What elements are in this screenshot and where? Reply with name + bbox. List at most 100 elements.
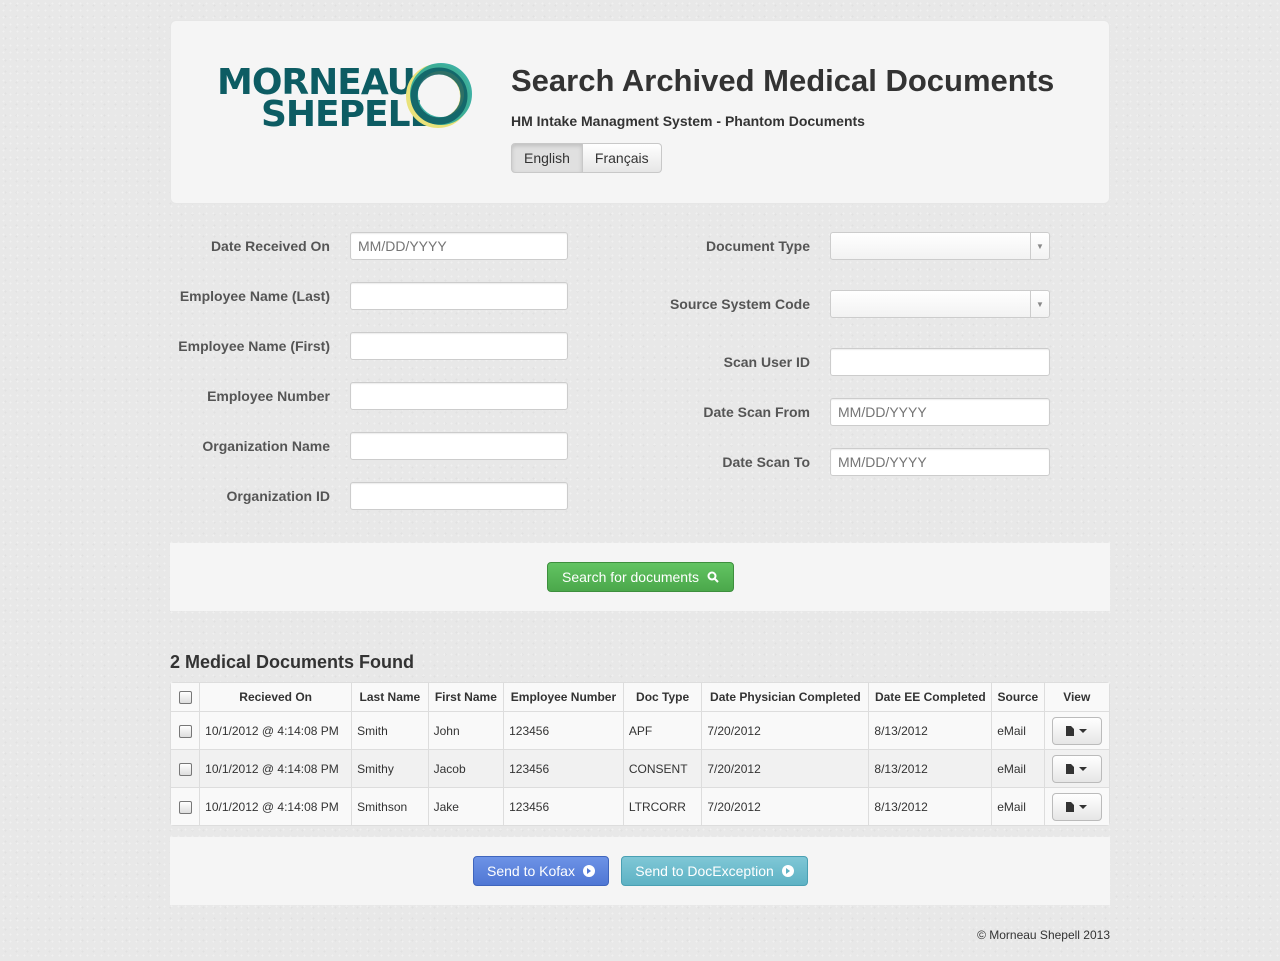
company-logo: MORNEAU SHEPELL bbox=[217, 61, 477, 133]
search-icon bbox=[707, 571, 719, 583]
field-employee-first: Employee Name (First) bbox=[170, 332, 330, 362]
view-dropdown-button[interactable] bbox=[1051, 754, 1102, 783]
last-name-cell: Smithy bbox=[351, 749, 428, 787]
source-cell: eMail bbox=[991, 749, 1044, 787]
scan-user-input[interactable] bbox=[830, 348, 1050, 376]
date-received-label: Date Received On bbox=[210, 238, 330, 254]
chevron-down-icon: ▼ bbox=[1030, 291, 1049, 317]
employee-number-cell: 123456 bbox=[503, 787, 623, 825]
first-name-cell: John bbox=[427, 711, 504, 749]
table-row: 10/1/2012 @ 4:14:08 PM Smithy Jacob 1234… bbox=[171, 749, 1109, 787]
document-type-select[interactable]: ▼ bbox=[830, 232, 1050, 260]
source-system-label: Source System Code bbox=[669, 296, 810, 312]
search-button[interactable]: Search for documents bbox=[547, 562, 734, 592]
date-ee-cell: 8/13/2012 bbox=[868, 749, 992, 787]
document-type-label: Document Type bbox=[706, 238, 810, 254]
column-header[interactable]: First Name bbox=[427, 683, 504, 711]
action-bar: Send to Kofax Send to DocException bbox=[170, 837, 1110, 905]
row-select-cell bbox=[171, 711, 200, 749]
page-title: Search Archived Medical Documents bbox=[511, 63, 1055, 98]
footer-copyright: © Morneau Shepell 2013 bbox=[977, 928, 1110, 942]
column-header: View bbox=[1043, 683, 1109, 711]
language-english-button[interactable]: English bbox=[511, 143, 583, 173]
column-header[interactable]: Employee Number bbox=[503, 683, 623, 711]
employee-last-input[interactable] bbox=[350, 282, 568, 310]
column-header[interactable]: Doc Type bbox=[622, 683, 702, 711]
field-organization-id: Organization ID bbox=[170, 482, 330, 512]
employee-number-label: Employee Number bbox=[207, 388, 330, 404]
caret-down-icon bbox=[1079, 766, 1088, 771]
organization-name-input[interactable] bbox=[350, 432, 568, 460]
organization-id-input[interactable] bbox=[350, 482, 568, 510]
select-all-checkbox[interactable] bbox=[178, 691, 192, 705]
field-document-type: Document Type bbox=[610, 232, 810, 262]
source-cell: eMail bbox=[991, 711, 1044, 749]
search-button-label: Search for documents bbox=[562, 569, 699, 585]
field-source-system: Source System Code bbox=[610, 290, 810, 320]
first-name-cell: Jacob bbox=[427, 749, 504, 787]
employee-first-label: Employee Name (First) bbox=[178, 338, 330, 354]
page: MORNEAU SHEPELL Search Archived Medical … bbox=[170, 20, 1110, 942]
column-header[interactable]: Recieved On bbox=[199, 683, 352, 711]
view-dropdown-button[interactable] bbox=[1051, 716, 1102, 745]
organization-id-label: Organization ID bbox=[226, 488, 330, 504]
row-checkbox[interactable] bbox=[178, 762, 192, 776]
row-select-cell bbox=[171, 787, 200, 825]
date-received-input[interactable] bbox=[350, 232, 568, 260]
employee-number-cell: 123456 bbox=[503, 711, 623, 749]
column-header[interactable]: Last Name bbox=[351, 683, 428, 711]
arrow-circle-right-icon bbox=[582, 865, 595, 877]
send-to-docexception-label: Send to DocException bbox=[635, 863, 774, 879]
logo-ring-icon bbox=[406, 63, 472, 128]
view-dropdown-button[interactable] bbox=[1051, 792, 1102, 821]
language-french-button[interactable]: Français bbox=[582, 143, 662, 173]
date-scan-from-input[interactable] bbox=[830, 398, 1050, 426]
file-icon bbox=[1066, 801, 1075, 812]
field-scan-user: Scan User ID bbox=[610, 348, 810, 378]
date-scan-from-label: Date Scan From bbox=[703, 404, 810, 420]
received-on-cell: 10/1/2012 @ 4:14:08 PM bbox=[199, 749, 352, 787]
results-table: Recieved On Last Name First Name Employe… bbox=[170, 682, 1110, 826]
field-employee-last: Employee Name (Last) bbox=[170, 282, 330, 312]
table-row: 10/1/2012 @ 4:14:08 PM Smithson Jake 123… bbox=[171, 787, 1109, 825]
employee-number-input[interactable] bbox=[350, 382, 568, 410]
employee-last-label: Employee Name (Last) bbox=[179, 288, 330, 304]
received-on-cell: 10/1/2012 @ 4:14:08 PM bbox=[199, 787, 352, 825]
date-ee-cell: 8/13/2012 bbox=[868, 787, 992, 825]
last-name-cell: Smith bbox=[351, 711, 428, 749]
language-toggle: English Français bbox=[511, 143, 662, 173]
date-physician-cell: 7/20/2012 bbox=[701, 711, 869, 749]
send-to-kofax-button[interactable]: Send to Kofax bbox=[473, 856, 609, 886]
search-form: Date Received On Employee Name (Last) Em… bbox=[170, 230, 1110, 530]
view-cell bbox=[1043, 787, 1109, 825]
source-system-select[interactable]: ▼ bbox=[830, 290, 1050, 318]
send-to-docexception-button[interactable]: Send to DocException bbox=[621, 856, 808, 886]
column-header[interactable]: Source bbox=[991, 683, 1044, 711]
select-all-header bbox=[171, 683, 200, 711]
view-cell bbox=[1043, 749, 1109, 787]
source-cell: eMail bbox=[991, 787, 1044, 825]
date-physician-cell: 7/20/2012 bbox=[701, 749, 869, 787]
field-organization-name: Organization Name bbox=[170, 432, 330, 462]
row-checkbox[interactable] bbox=[178, 800, 192, 814]
date-scan-to-input[interactable] bbox=[830, 448, 1050, 476]
row-checkbox[interactable] bbox=[178, 724, 192, 738]
header-panel: MORNEAU SHEPELL Search Archived Medical … bbox=[170, 20, 1110, 204]
column-header[interactable]: Date Physician Completed bbox=[701, 683, 869, 711]
field-employee-number: Employee Number bbox=[170, 382, 330, 412]
employee-first-input[interactable] bbox=[350, 332, 568, 360]
last-name-cell: Smithson bbox=[351, 787, 428, 825]
arrow-circle-right-icon bbox=[781, 865, 794, 877]
field-date-scan-from: Date Scan From bbox=[610, 398, 810, 428]
doc-type-cell: APF bbox=[622, 711, 702, 749]
caret-down-icon bbox=[1079, 728, 1088, 733]
date-physician-cell: 7/20/2012 bbox=[701, 787, 869, 825]
table-header-row: Recieved On Last Name First Name Employe… bbox=[171, 683, 1109, 711]
doc-type-cell: CONSENT bbox=[622, 749, 702, 787]
received-on-cell: 10/1/2012 @ 4:14:08 PM bbox=[199, 711, 352, 749]
field-date-received: Date Received On bbox=[170, 232, 330, 262]
row-select-cell bbox=[171, 749, 200, 787]
doc-type-cell: LTRCORR bbox=[622, 787, 702, 825]
table-row: 10/1/2012 @ 4:14:08 PM Smith John 123456… bbox=[171, 711, 1109, 749]
column-header[interactable]: Date EE Completed bbox=[868, 683, 992, 711]
